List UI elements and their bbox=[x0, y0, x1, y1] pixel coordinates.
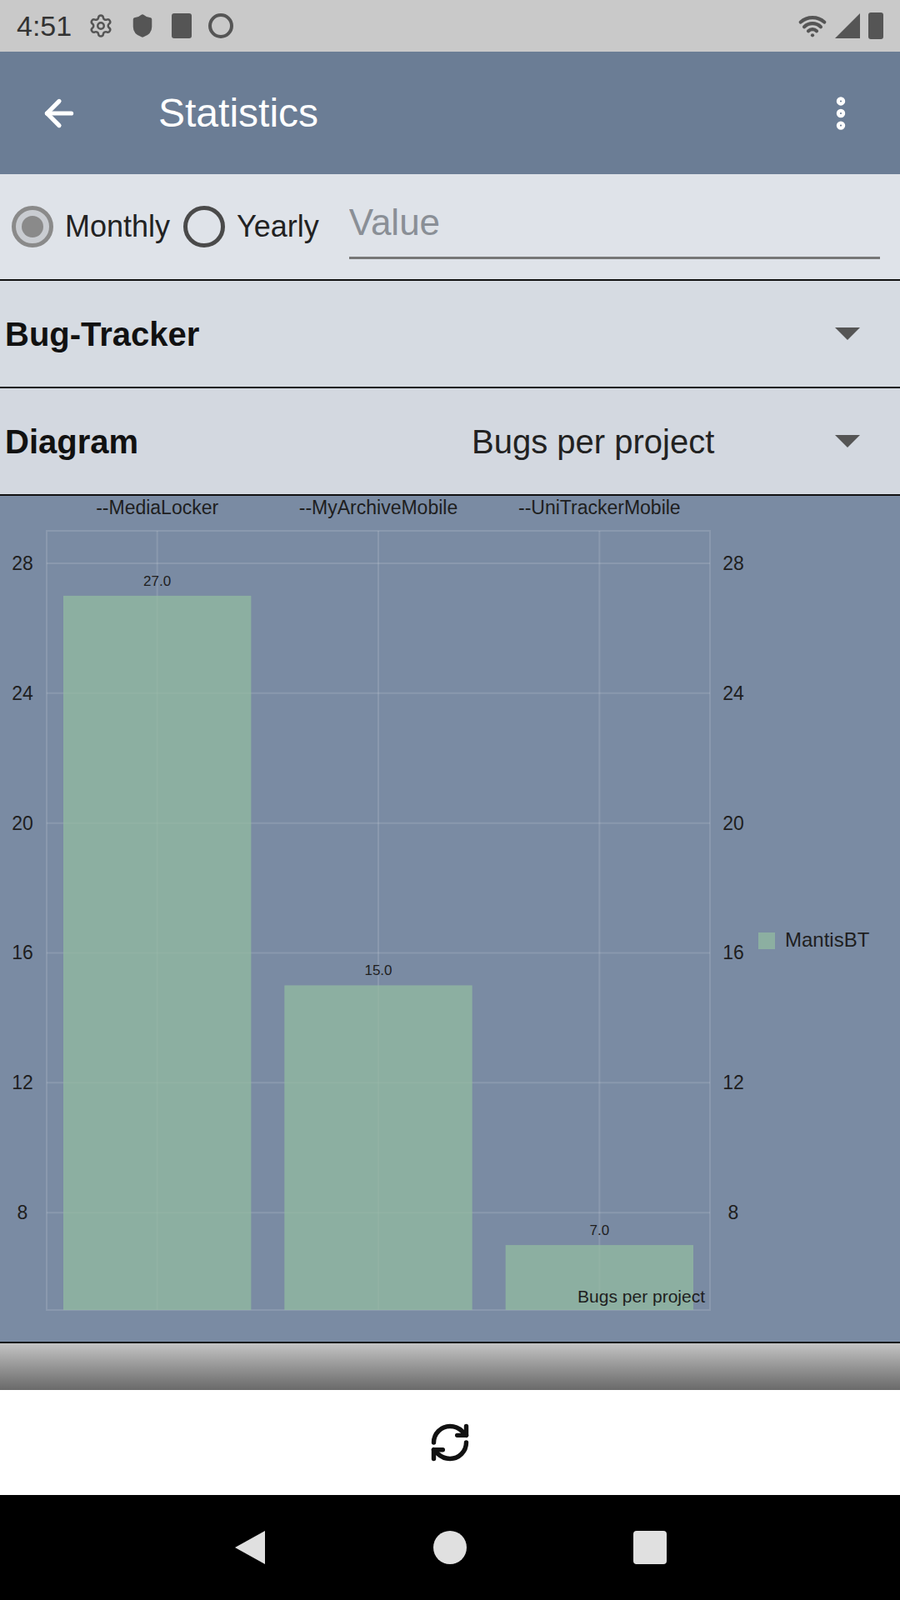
navigation-bar bbox=[0, 1495, 900, 1600]
toolbar: Statistics bbox=[0, 51, 900, 175]
options-row: Monthly Yearly bbox=[0, 174, 900, 281]
nav-back-icon[interactable] bbox=[233, 1529, 267, 1566]
settings-icon bbox=[88, 13, 114, 39]
toolbar-title: Statistics bbox=[158, 83, 820, 144]
no-sync-icon bbox=[208, 13, 234, 39]
status-bar: 4:51 bbox=[0, 0, 900, 52]
value-field[interactable] bbox=[349, 195, 880, 260]
refresh-icon[interactable] bbox=[428, 1420, 472, 1465]
dropdown-arrow-icon[interactable] bbox=[835, 327, 860, 341]
overflow-menu-icon[interactable] bbox=[820, 92, 862, 135]
legend-label: MantisBT bbox=[785, 928, 870, 951]
radio-circle[interactable] bbox=[11, 205, 54, 248]
signal-icon bbox=[835, 13, 860, 39]
sd-card-icon bbox=[171, 13, 192, 39]
screen: 4:51 Statistics Monthly Yearly Bug-Tracker Di… bbox=[0, 0, 900, 1600]
radio-option[interactable]: Monthly bbox=[11, 204, 170, 250]
value-input[interactable] bbox=[349, 195, 880, 250]
bar[interactable] bbox=[63, 595, 251, 1310]
nav-home-icon[interactable] bbox=[433, 1530, 467, 1565]
bottom-bar bbox=[0, 1390, 900, 1495]
legend-swatch bbox=[758, 932, 775, 950]
y-tick-left: 24 bbox=[11, 682, 34, 705]
y-tick-left: 8 bbox=[17, 1201, 29, 1224]
y-tick-right: 24 bbox=[722, 682, 745, 705]
bar-value-label: 7.0 bbox=[590, 1222, 610, 1239]
grid-line bbox=[598, 530, 600, 1310]
divider-bar bbox=[0, 1343, 900, 1390]
bar[interactable] bbox=[284, 985, 472, 1310]
chart-description: Bugs per project bbox=[577, 1286, 705, 1306]
battery-icon bbox=[868, 12, 884, 40]
chart-panel: 8 12 16 20 24 28 8 12 16 20 24 28 --MediaLocker --MyA… bbox=[0, 495, 900, 1344]
plot-area bbox=[46, 530, 710, 1310]
radio-label: Yearly bbox=[236, 204, 320, 250]
radio-option[interactable]: Yearly bbox=[183, 204, 320, 250]
y-tick-right: 20 bbox=[722, 812, 745, 835]
bug-tracker-label: Bug-Tracker bbox=[5, 309, 472, 360]
wifi-icon bbox=[798, 11, 827, 40]
nav-recents-icon[interactable] bbox=[633, 1530, 667, 1565]
category-label: --MyArchiveMobile bbox=[299, 496, 458, 519]
diagram-label: Diagram bbox=[5, 416, 472, 467]
y-tick-left: 28 bbox=[11, 552, 34, 575]
back-arrow-icon[interactable] bbox=[38, 92, 80, 135]
status-time: 4:51 bbox=[16, 5, 72, 48]
category-label: --MediaLocker bbox=[95, 496, 219, 519]
radio-circle[interactable] bbox=[183, 205, 225, 248]
bar-value-label: 15.0 bbox=[364, 962, 392, 979]
radio-dot bbox=[21, 215, 44, 238]
bar-value-label: 27.0 bbox=[143, 573, 171, 590]
bug-tracker-row[interactable]: Bug-Tracker bbox=[0, 280, 900, 389]
y-tick-right: 16 bbox=[722, 941, 745, 964]
diagram-row[interactable]: DiagramBugs per project bbox=[0, 388, 900, 496]
y-tick-right: 28 bbox=[722, 552, 745, 575]
dropdown-arrow-icon[interactable] bbox=[835, 435, 860, 449]
y-tick-left: 16 bbox=[11, 941, 34, 964]
bar-chart: 8 12 16 20 24 28 8 12 16 20 24 28 --MediaLocker --MyA… bbox=[0, 495, 900, 1344]
category-label: --UniTrackerMobile bbox=[518, 496, 681, 519]
shield-icon bbox=[130, 13, 155, 39]
radio-label: Monthly bbox=[65, 204, 170, 250]
y-tick-left: 20 bbox=[11, 812, 34, 835]
diagram-value: Bugs per project bbox=[471, 416, 835, 467]
y-tick-right: 8 bbox=[728, 1201, 740, 1224]
y-tick-left: 12 bbox=[11, 1071, 34, 1094]
y-tick-right: 12 bbox=[722, 1071, 745, 1094]
